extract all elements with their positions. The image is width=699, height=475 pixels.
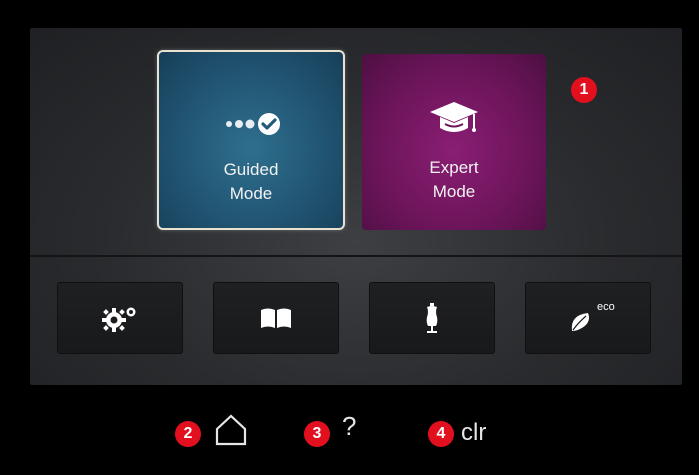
settings-button[interactable] <box>57 282 183 354</box>
expert-label-line1: Expert <box>429 158 479 177</box>
guided-mode-label: Guided Mode <box>159 158 343 206</box>
home-icon <box>215 414 247 446</box>
callout-badge-3: 3 <box>304 421 330 447</box>
clear-label: clr <box>461 419 487 446</box>
manual-button[interactable] <box>213 282 339 354</box>
help-icon: ? <box>342 411 357 441</box>
home-button[interactable] <box>214 414 248 451</box>
graduation-cap-icon <box>362 98 546 138</box>
guided-label-line1: Guided <box>223 160 279 179</box>
callout-badge-2: 2 <box>175 421 201 447</box>
gears-icon <box>102 307 136 332</box>
clear-button[interactable]: clr <box>461 419 486 447</box>
guided-mode-button[interactable]: Guided Mode <box>157 50 345 230</box>
callout-badge-1: 1 <box>571 77 597 103</box>
expert-mode-button[interactable]: Expert Mode <box>362 54 546 230</box>
expert-mode-label: Expert Mode <box>362 156 546 204</box>
callout-badge-4: 4 <box>428 421 454 447</box>
eco-text: eco <box>597 301 615 313</box>
book-icon <box>261 308 291 328</box>
sewing-consultant-button[interactable] <box>369 282 495 354</box>
help-button[interactable]: ? <box>342 411 356 442</box>
dots-check-icon <box>159 104 343 144</box>
panel-divider <box>30 255 682 257</box>
expert-label-line2: Mode <box>432 182 476 201</box>
dress-form-icon <box>426 303 438 333</box>
eco-mode-button[interactable]: eco <box>525 282 651 354</box>
guided-label-line2: Mode <box>229 184 273 203</box>
